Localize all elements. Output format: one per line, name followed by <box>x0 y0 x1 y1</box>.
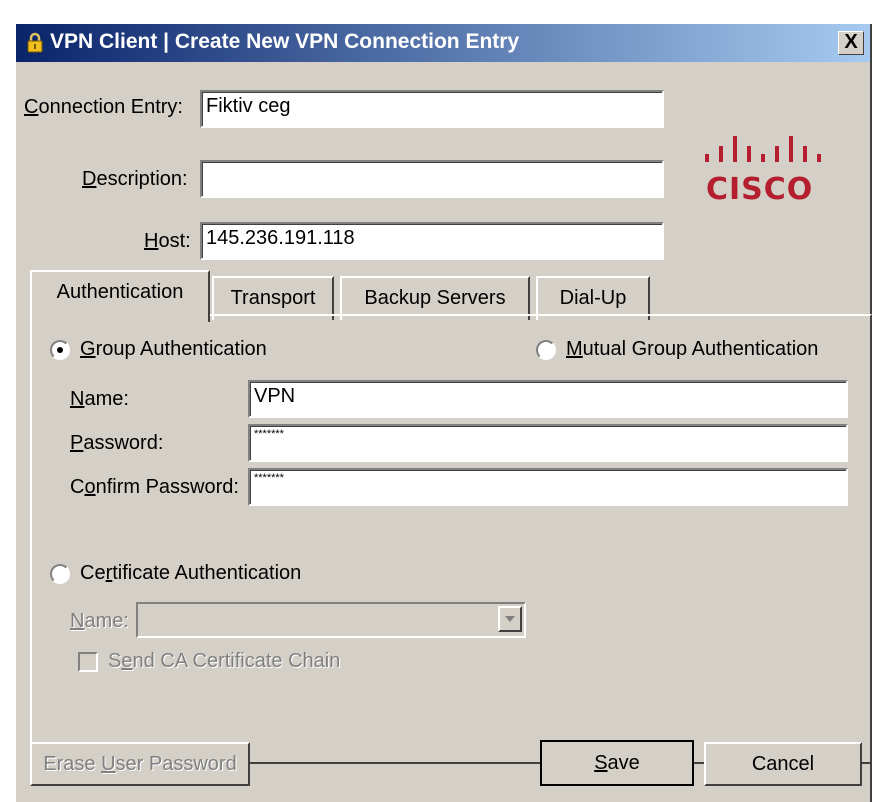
erase-user-password-button[interactable]: Erase User Password <box>30 742 250 786</box>
save-button[interactable]: Save <box>540 740 694 786</box>
group-name-field[interactable]: VPN <box>248 380 848 418</box>
connection-entry-label: Connection Entry: <box>24 96 183 118</box>
mutual-auth-radio[interactable] <box>536 340 556 360</box>
window-title: VPN Client | Create New VPN Connection E… <box>50 30 520 53</box>
cisco-wordmark: CISCO <box>706 172 814 207</box>
group-auth-radio[interactable] <box>50 340 70 360</box>
description-label: Description: <box>82 168 188 190</box>
send-ca-label[interactable]: Send CA Certificate Chain <box>108 650 340 673</box>
send-ca-checkbox[interactable] <box>78 652 98 672</box>
mutual-auth-label[interactable]: Mutual Group Authentication <box>566 338 818 361</box>
radio-selected-dot <box>57 347 63 353</box>
group-name-label: Name: <box>70 388 129 410</box>
tab-authentication[interactable]: Authentication <box>30 270 210 322</box>
group-password-field[interactable]: ******* <box>248 424 848 462</box>
confirm-password-field[interactable]: ******* <box>248 468 848 506</box>
cisco-bars-icon <box>705 136 821 162</box>
chevron-down-icon <box>505 616 515 622</box>
cert-name-label: Name: <box>70 610 129 632</box>
cert-name-dropdown[interactable] <box>136 602 526 638</box>
cancel-button[interactable]: Cancel <box>704 742 862 786</box>
connection-entry-field[interactable]: Fiktiv ceg <box>200 90 664 128</box>
cisco-logo: CISCO <box>702 132 832 212</box>
dropdown-arrow-icon[interactable] <box>498 606 522 632</box>
cert-auth-radio[interactable] <box>50 564 70 584</box>
group-auth-label[interactable]: Group Authentication <box>80 338 267 361</box>
host-label: Host: <box>144 230 191 252</box>
host-field[interactable]: 145.236.191.118 <box>200 222 664 260</box>
close-button[interactable]: X <box>838 31 864 55</box>
vpn-dialog: VPN Client | Create New VPN Connection E… <box>16 24 872 802</box>
title-bar[interactable]: VPN Client | Create New VPN Connection E… <box>16 24 870 62</box>
confirm-password-label: Confirm Password: <box>70 476 239 498</box>
description-field[interactable] <box>200 160 664 198</box>
cert-auth-label[interactable]: Certificate Authentication <box>80 562 301 585</box>
group-password-label: Password: <box>70 432 164 454</box>
padlock-icon <box>27 32 43 53</box>
